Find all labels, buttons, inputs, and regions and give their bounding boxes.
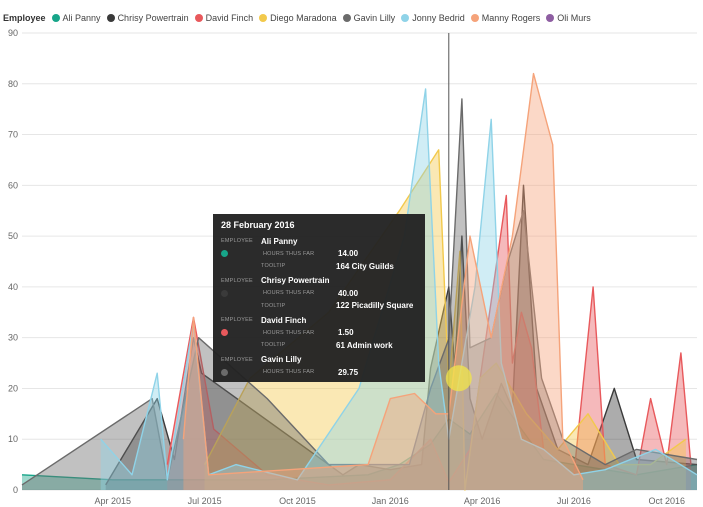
legend-dot-icon xyxy=(342,14,351,22)
employee-label: EMPLOYEE xyxy=(221,277,253,284)
employee-name: Ali Panny xyxy=(261,236,298,246)
legend-items: Ali Panny Chrisy Powertrain David Finch Die… xyxy=(51,13,597,23)
x-tick-label: Oct 2016 xyxy=(648,496,685,506)
legend-dot-icon xyxy=(470,14,479,22)
y-tick-label: 10 xyxy=(8,434,18,444)
tooltip-entry: EMPLOYEE Gavin Lilly HOURS THUS FAR 29.75 xyxy=(221,354,417,379)
legend-label: Ali Panny xyxy=(62,13,101,23)
tooltip-value: 164 City Guilds xyxy=(336,261,394,271)
x-tick-label: Apr 2015 xyxy=(95,496,132,506)
legend-dot-icon xyxy=(546,14,555,22)
tooltip-value: 61 Admin work xyxy=(336,340,393,350)
y-tick-label: 70 xyxy=(8,130,18,140)
legend-label: Gavin Lilly xyxy=(353,13,396,23)
hours-value: 40.00 xyxy=(338,288,359,298)
hours-value: 14.00 xyxy=(338,249,359,259)
x-axis: Apr 2015 Jul 2015 Oct 2015 Jan 2016 Apr 2016… xyxy=(95,496,685,506)
legend-label: David Finch xyxy=(205,13,254,23)
legend-title: Employee xyxy=(3,13,46,23)
x-tick-label: Oct 2015 xyxy=(279,496,316,506)
legend-dot-icon xyxy=(51,14,60,22)
employee-name: David Finch xyxy=(261,315,307,325)
legend-item[interactable]: Oli Murs xyxy=(546,13,591,23)
employee-color-dot xyxy=(221,329,228,337)
employee-name: Gavin Lilly xyxy=(261,355,302,365)
cursor-highlight xyxy=(445,365,472,392)
x-tick-label: Apr 2016 xyxy=(464,496,501,506)
y-tick-label: 50 xyxy=(8,231,18,241)
employee-color-dot xyxy=(221,289,228,297)
legend-item[interactable]: Jonny Bedrid xyxy=(401,13,465,23)
legend-item[interactable]: David Finch xyxy=(194,13,254,23)
legend-dot-icon xyxy=(194,14,203,22)
y-axis: 0 10 20 30 40 50 60 70 80 90 xyxy=(8,28,18,495)
employee-label: EMPLOYEE xyxy=(221,238,253,245)
employee-label: EMPLOYEE xyxy=(221,356,253,363)
employee-name: Chrisy Powertrain xyxy=(261,276,330,286)
y-tick-label: 30 xyxy=(8,333,18,343)
tooltip-entry: EMPLOYEE Chrisy Powertrain HOURS THUS FAR… xyxy=(221,275,417,313)
tooltip-label: TOOLTIP xyxy=(261,263,286,270)
x-tick-label: Jul 2016 xyxy=(557,496,591,506)
legend-item[interactable]: Ali Panny xyxy=(51,13,101,23)
tooltip-date: 28 February 2016 xyxy=(221,220,295,230)
y-tick-label: 20 xyxy=(8,383,18,393)
y-tick-label: 0 xyxy=(13,485,18,495)
employee-color-dot xyxy=(221,250,228,258)
tooltip-value: 122 Picadilly Square xyxy=(336,301,414,311)
hours-label: HOURS THUS FAR xyxy=(263,329,315,336)
legend-dot-icon xyxy=(259,14,268,22)
legend-dot-icon xyxy=(401,14,410,22)
legend: Employee Ali Panny Chrisy Powertrain David… xyxy=(3,11,597,25)
x-tick-label: Jul 2015 xyxy=(188,496,222,506)
hours-label: HOURS THUS FAR xyxy=(263,290,315,297)
y-tick-label: 90 xyxy=(8,28,18,38)
tooltip-label: TOOLTIP xyxy=(261,342,286,349)
hours-value: 29.75 xyxy=(338,367,359,377)
legend-label: Chrisy Powertrain xyxy=(117,13,189,23)
y-tick-label: 80 xyxy=(8,79,18,89)
tooltip-entry: EMPLOYEE David Finch HOURS THUS FAR 1.50 T… xyxy=(221,314,417,352)
y-tick-label: 60 xyxy=(8,180,18,190)
legend-item[interactable]: Manny Rogers xyxy=(470,13,541,23)
employee-label: EMPLOYEE xyxy=(221,317,253,324)
tooltip-label: TOOLTIP xyxy=(261,302,286,309)
x-tick-label: Jan 2016 xyxy=(372,496,409,506)
hours-label: HOURS THUS FAR xyxy=(263,369,315,376)
legend-label: Manny Rogers xyxy=(481,13,541,23)
legend-item[interactable]: Gavin Lilly xyxy=(342,13,396,23)
legend-label: Jonny Bedrid xyxy=(412,13,465,23)
legend-dot-icon xyxy=(106,14,115,22)
legend-item[interactable]: Chrisy Powertrain xyxy=(106,13,189,23)
legend-label: Oli Murs xyxy=(557,13,591,23)
y-tick-label: 40 xyxy=(8,282,18,292)
tooltip-panel: 28 February 2016 EMPLOYEE Ali Panny HOURS… xyxy=(213,214,425,382)
tooltip-entry: EMPLOYEE Ali Panny HOURS THUS FAR 14.00 TO… xyxy=(221,235,417,273)
legend-item[interactable]: Diego Maradona xyxy=(259,13,337,23)
employee-color-dot xyxy=(221,368,228,376)
legend-label: Diego Maradona xyxy=(270,13,337,23)
hours-value: 1.50 xyxy=(338,328,354,338)
hours-label: HOURS THUS FAR xyxy=(263,250,315,257)
